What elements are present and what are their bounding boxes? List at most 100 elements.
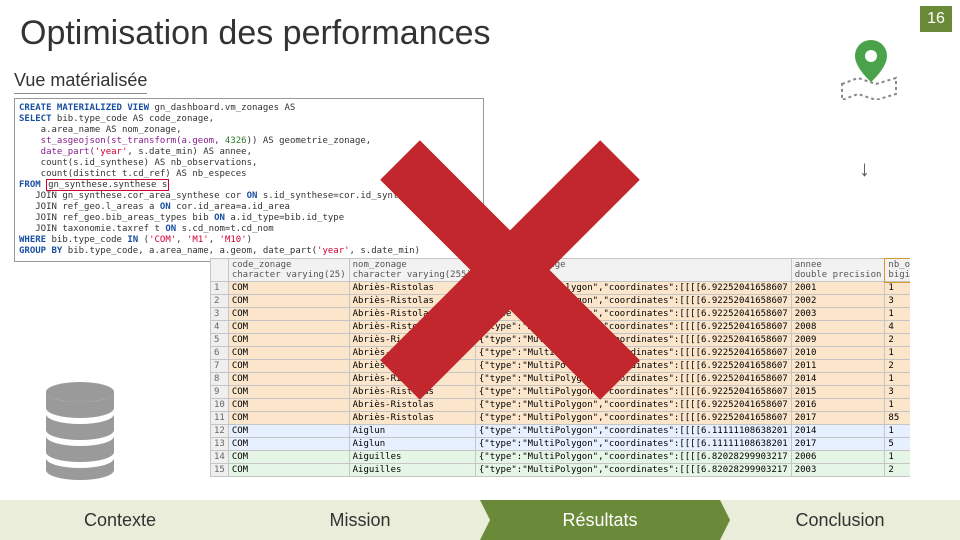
cell: Abriès-Ristolas — [349, 412, 475, 425]
cell: 2001 — [791, 282, 885, 295]
cell: 2008 — [791, 321, 885, 334]
cell: COM — [228, 412, 349, 425]
col-type: character varying(255) — [353, 270, 472, 280]
col-type: bigint — [888, 270, 910, 280]
sql-text: a.id_type=bib.id_type — [225, 213, 344, 223]
cell: 4 — [885, 321, 910, 334]
table-row: 13COMAiglun{"type":"MultiPolygon","coord… — [211, 438, 911, 451]
sql-text: GROUP BY — [19, 246, 62, 256]
sql-text: 4326 — [225, 136, 247, 146]
sql-text: s.id_synthese=cor.id_synthese — [257, 191, 420, 201]
cell: 1 — [885, 373, 910, 386]
cell: 2010 — [791, 347, 885, 360]
col-header: nb_observations — [888, 260, 910, 270]
sql-text: )) AS geometrie_zonage, — [247, 136, 372, 146]
cell: {"type":"MultiPolygon","coordinates":[[[… — [475, 399, 791, 412]
table-row: 3COMAbriès-Ristolas{"type":"MultiPolygon… — [211, 308, 911, 321]
col-header: geometrie_zonage — [479, 260, 566, 270]
cell: 3 — [211, 308, 229, 321]
sql-text: date_part( — [19, 147, 95, 157]
cell: 2003 — [791, 464, 885, 477]
cell: Aiglun — [349, 425, 475, 438]
cell: 6 — [211, 347, 229, 360]
cell: 12 — [211, 425, 229, 438]
cell: 2017 — [791, 412, 885, 425]
table-row: 2COMAbriès-Ristolas{"type":"MultiPolygon… — [211, 295, 911, 308]
database-icon — [40, 380, 120, 485]
table-row: 5COMAbriès-Ristolas{"type":"MultiPolygon… — [211, 334, 911, 347]
cell: 1 — [885, 425, 910, 438]
sql-text: 'year' — [95, 147, 128, 157]
nav-step-resultats[interactable]: Résultats — [480, 500, 720, 540]
cell: {"type":"MultiPolygon","coordinates":[[[… — [475, 295, 791, 308]
cell: COM — [228, 373, 349, 386]
sql-text: , — [176, 235, 187, 245]
cell: 15 — [211, 464, 229, 477]
table-row: 12COMAiglun{"type":"MultiPolygon","coord… — [211, 425, 911, 438]
slide: 16 Optimisation des performances Vue mat… — [0, 0, 960, 540]
cell: 1 — [885, 451, 910, 464]
cell: COM — [228, 399, 349, 412]
table-row: 4COMAbriès-Ristolas{"type":"MultiPolygon… — [211, 321, 911, 334]
sql-from-highlight: gn_synthese.synthese s — [46, 179, 169, 191]
sql-text: , s.date_min) — [350, 246, 420, 256]
table-row: 10COMAbriès-Ristolas{"type":"MultiPolygo… — [211, 399, 911, 412]
cell: 2 — [885, 334, 910, 347]
sql-text: 'COM' — [149, 235, 176, 245]
cell: 3 — [885, 386, 910, 399]
cell: COM — [228, 386, 349, 399]
cell: COM — [228, 321, 349, 334]
sql-text: , — [209, 235, 220, 245]
cell: 1 — [885, 308, 910, 321]
sql-text: WHERE — [19, 235, 46, 245]
cell: {"type":"MultiPolygon","coordinates":[[[… — [475, 386, 791, 399]
cell: 1 — [885, 399, 910, 412]
sql-text: IN — [127, 235, 138, 245]
cell: Aiglun — [349, 438, 475, 451]
cell: 85 — [885, 412, 910, 425]
cell: 2002 — [791, 295, 885, 308]
sql-text: ON — [247, 191, 258, 201]
cell: 5 — [885, 438, 910, 451]
sql-text: cor.id_area=a.id_area — [171, 202, 290, 212]
cell: COM — [228, 334, 349, 347]
cell: 5 — [211, 334, 229, 347]
sql-text: JOIN taxonomie.taxref t — [19, 224, 165, 234]
sql-text: bib.type_code — [46, 235, 127, 245]
cell: COM — [228, 464, 349, 477]
cell: 2011 — [791, 360, 885, 373]
sql-text: JOIN ref_geo.bib_areas_types bib — [19, 213, 214, 223]
col-type: double precision — [795, 270, 882, 280]
sql-text: JOIN gn_synthese.cor_area_synthese cor — [19, 191, 247, 201]
cell: 1 — [885, 282, 910, 295]
cell: 1 — [211, 282, 229, 295]
sql-text: s.cd_nom=t.cd_nom — [176, 224, 274, 234]
sql-text: count(distinct t.cd_ref) AS nb_especes — [19, 169, 247, 179]
cell: {"type":"MultiPolygon","coordinates":[[[… — [475, 373, 791, 386]
cell: 11 — [211, 412, 229, 425]
cell: 2009 — [791, 334, 885, 347]
cell: {"type":"MultiPolygon","coordinates":[[[… — [475, 464, 791, 477]
cell: Abriès-Ristolas — [349, 295, 475, 308]
nav-step-contexte[interactable]: Contexte — [0, 500, 240, 540]
sql-text: ON — [165, 224, 176, 234]
page-subtitle: Vue matérialisée — [14, 70, 147, 94]
sql-text: 'year' — [317, 246, 350, 256]
cell: {"type":"MultiPolygon","coordinates":[[[… — [475, 282, 791, 295]
col-type: character varying(25) — [232, 270, 346, 280]
cell: COM — [228, 425, 349, 438]
cell: Abriès-Ristolas — [349, 360, 475, 373]
table-row: 1COMAbriès-Ristolas{"type":"MultiPolygon… — [211, 282, 911, 295]
map-pin-icon — [838, 34, 904, 105]
nav-step-mission[interactable]: Mission — [240, 500, 480, 540]
table-row: 8COMAbriès-Ristolas{"type":"MultiPolygon… — [211, 373, 911, 386]
cell: 3 — [885, 295, 910, 308]
col-header: code_zonage — [232, 260, 292, 270]
sql-text: gn_dashboard.vm_zonages AS — [149, 103, 295, 113]
page-number: 16 — [920, 6, 952, 32]
cell: 2 — [885, 360, 910, 373]
sql-text: 'M1' — [187, 235, 209, 245]
cell: COM — [228, 451, 349, 464]
nav-step-conclusion[interactable]: Conclusion — [720, 500, 960, 540]
cell: Abriès-Ristolas — [349, 347, 475, 360]
